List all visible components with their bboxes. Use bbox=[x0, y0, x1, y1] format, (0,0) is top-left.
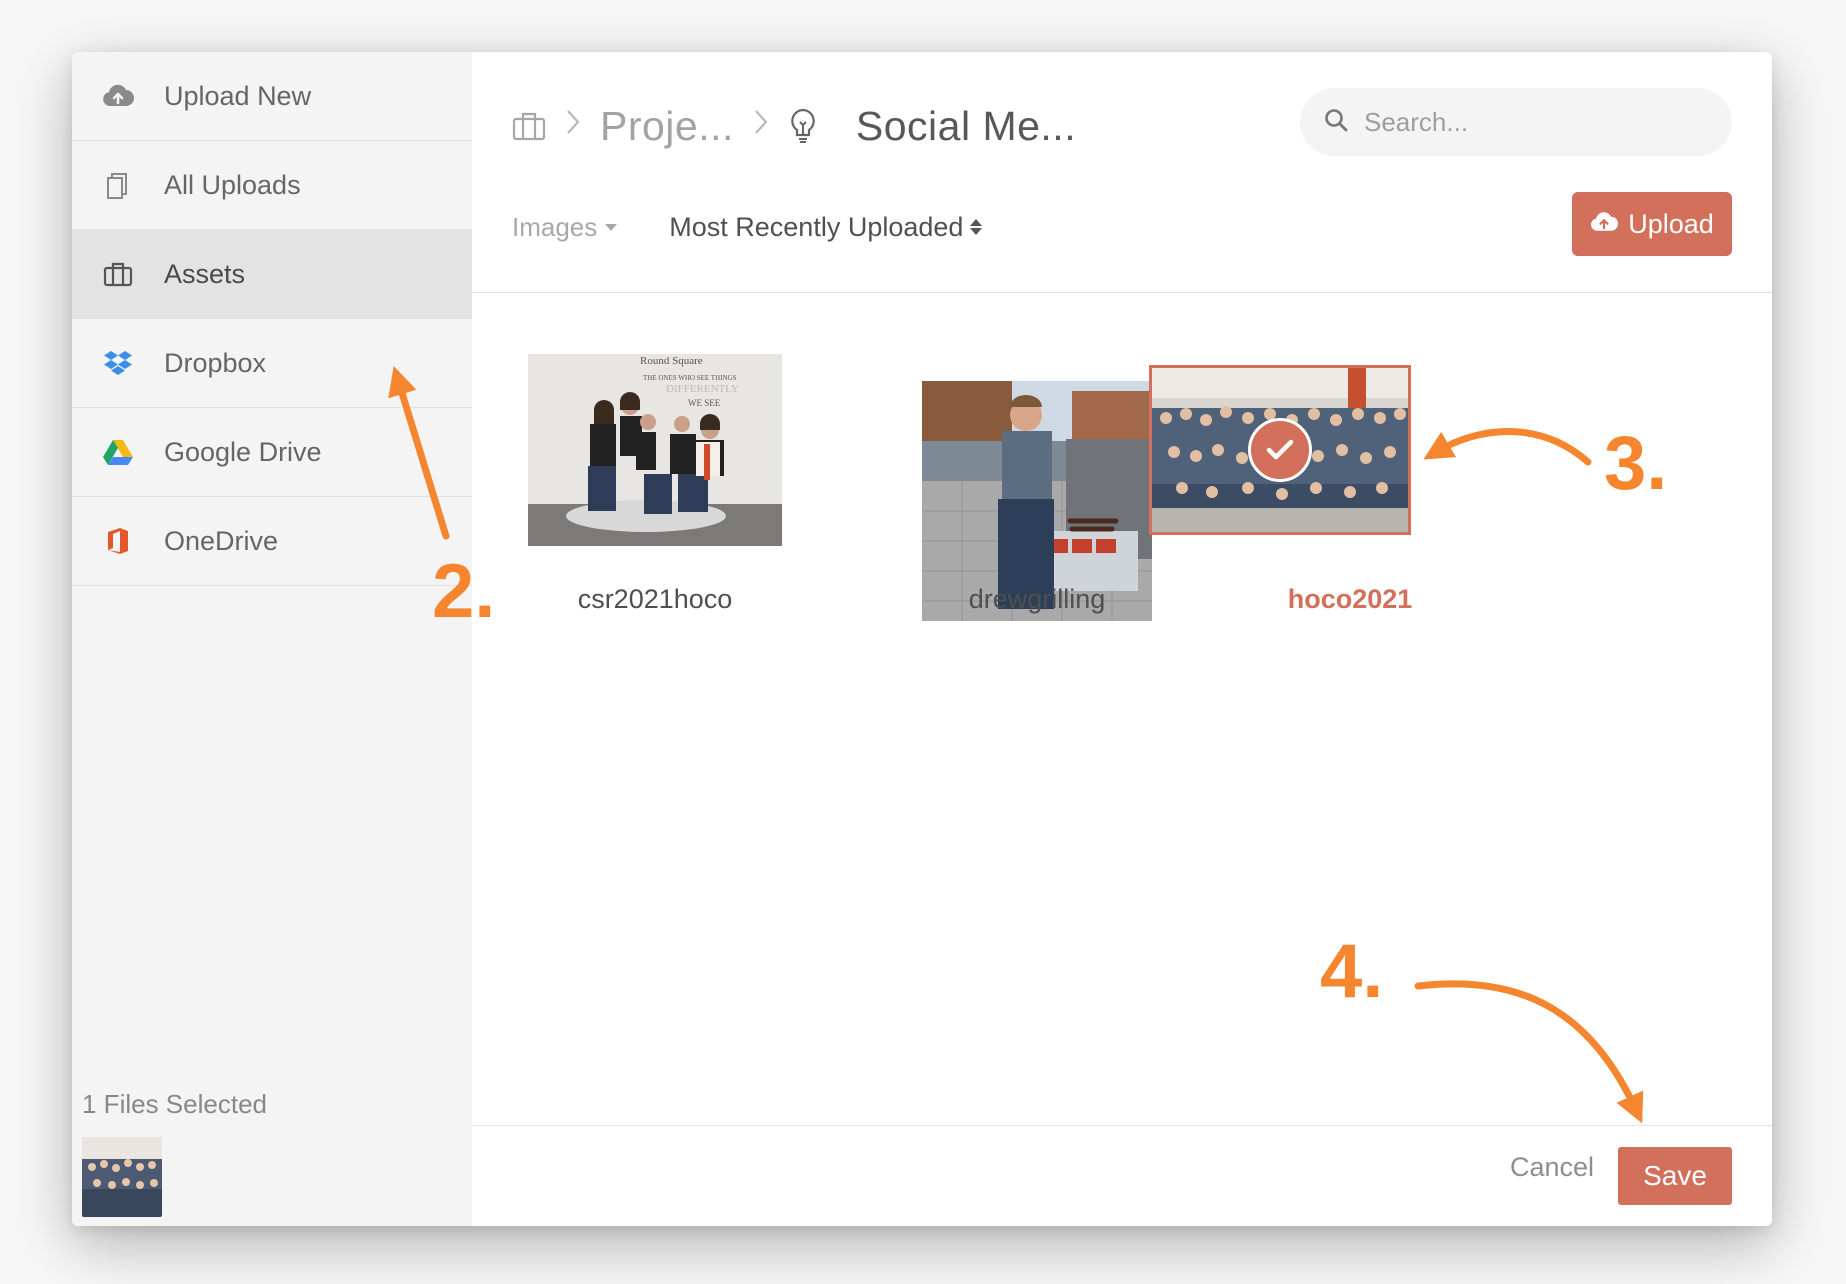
sidebar-item-label: Upload New bbox=[164, 80, 312, 111]
file-thumbnail[interactable]: Round Square THE ONES WHO SEE THINGS DIFFE… bbox=[528, 354, 782, 546]
file-picker-modal: Upload New All Uploads Assets Dropbox Go… bbox=[72, 52, 1772, 1226]
svg-text:DIFFERENTLY: DIFFERENTLY bbox=[666, 383, 739, 395]
selected-file-thumbnail[interactable] bbox=[82, 1137, 162, 1217]
google-drive-icon bbox=[102, 436, 134, 468]
search-icon bbox=[1324, 108, 1348, 137]
copy-icon bbox=[102, 169, 134, 201]
annotation-step-3: 3. bbox=[1604, 421, 1668, 506]
divider bbox=[472, 1125, 1772, 1126]
file-thumbnail-selected[interactable] bbox=[1149, 365, 1411, 535]
sidebar-item-label: Assets bbox=[164, 258, 246, 289]
briefcase-icon[interactable] bbox=[512, 111, 546, 141]
sidebar-item-label: Google Drive bbox=[164, 436, 322, 467]
office-icon bbox=[102, 525, 134, 557]
sidebar-item-google-drive[interactable]: Google Drive bbox=[72, 408, 472, 497]
svg-text:Round Square: Round Square bbox=[640, 355, 703, 367]
upload-button[interactable]: Upload bbox=[1572, 192, 1732, 256]
type-filter-dropdown[interactable]: Images bbox=[512, 211, 618, 243]
dropbox-icon bbox=[102, 347, 134, 379]
caret-down-icon bbox=[605, 223, 618, 231]
annotation-step-4: 4. bbox=[1320, 929, 1384, 1014]
divider bbox=[472, 292, 1772, 293]
sidebar-item-label: All Uploads bbox=[164, 169, 301, 200]
toolbar: Images Most Recently Uploaded bbox=[512, 202, 983, 252]
breadcrumb-item-project[interactable]: Proje... bbox=[600, 103, 734, 150]
search-box[interactable] bbox=[1300, 88, 1732, 156]
breadcrumb: Proje... Social Me... bbox=[512, 96, 1076, 156]
sidebar-item-label: Dropbox bbox=[164, 347, 267, 378]
cloud-upload-icon bbox=[102, 80, 134, 112]
type-filter-label: Images bbox=[512, 211, 598, 242]
chevron-right-icon bbox=[566, 109, 580, 143]
checkmark-icon bbox=[1248, 418, 1312, 482]
file-name[interactable]: drewgrilling bbox=[887, 584, 1187, 615]
search-input[interactable] bbox=[1362, 105, 1706, 139]
lightbulb-icon bbox=[788, 107, 818, 145]
upload-button-label: Upload bbox=[1628, 208, 1714, 239]
sidebar-item-label: OneDrive bbox=[164, 525, 279, 556]
sidebar-item-all-uploads[interactable]: All Uploads bbox=[72, 141, 472, 230]
svg-text:WE SEE: WE SEE bbox=[688, 398, 721, 408]
sidebar-item-upload-new[interactable]: Upload New bbox=[72, 52, 472, 141]
chevron-right-icon bbox=[754, 109, 768, 143]
sort-label: Most Recently Uploaded bbox=[669, 211, 964, 242]
files-selected-count: 1 Files Selected bbox=[82, 1089, 267, 1119]
file-name[interactable]: csr2021hoco bbox=[505, 584, 805, 615]
svg-text:THE ONES WHO SEE THINGS: THE ONES WHO SEE THINGS bbox=[643, 374, 737, 382]
cancel-button[interactable]: Cancel bbox=[1510, 1152, 1594, 1183]
save-button[interactable]: Save bbox=[1618, 1147, 1732, 1205]
cloud-upload-icon bbox=[1590, 209, 1619, 240]
sidebar-item-onedrive[interactable]: OneDrive bbox=[72, 497, 472, 586]
sidebar-item-dropbox[interactable]: Dropbox bbox=[72, 319, 472, 408]
file-name-selected[interactable]: hoco2021 bbox=[1200, 584, 1500, 615]
sidebar-item-assets[interactable]: Assets bbox=[72, 230, 472, 319]
sort-dropdown[interactable]: Most Recently Uploaded bbox=[669, 211, 983, 243]
breadcrumb-item-current-folder: Social Me... bbox=[855, 102, 1077, 149]
briefcase-icon bbox=[102, 258, 134, 290]
sidebar: Upload New All Uploads Assets Dropbox Go… bbox=[72, 52, 472, 1226]
annotation-step-2: 2. bbox=[432, 549, 496, 634]
sort-icon bbox=[970, 219, 983, 235]
